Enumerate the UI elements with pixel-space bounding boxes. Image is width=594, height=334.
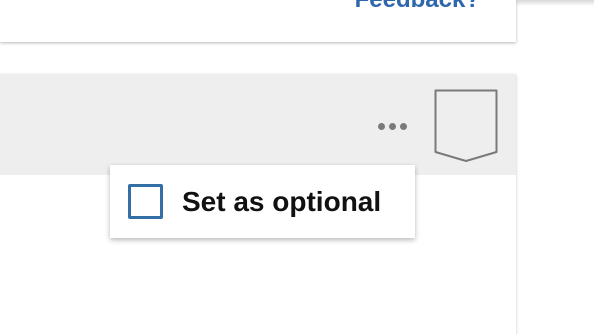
card-header <box>0 74 516 175</box>
more-options-button[interactable] <box>368 114 416 138</box>
page: Feedback? Set as optional <box>0 0 594 334</box>
bookmark-icon <box>434 89 498 162</box>
options-menu: Set as optional <box>110 165 415 238</box>
set-optional-checkbox[interactable] <box>128 184 163 219</box>
bookmark-badge-icon[interactable] <box>434 89 498 163</box>
more-horizontal-icon-dot-3 <box>399 122 407 130</box>
feedback-link[interactable]: Feedback? <box>355 0 480 12</box>
more-horizontal-icon-dot-2 <box>388 122 396 130</box>
set-optional-label[interactable]: Set as optional <box>182 186 381 218</box>
top-card: Feedback? <box>0 0 516 42</box>
more-horizontal-icon <box>377 122 385 130</box>
